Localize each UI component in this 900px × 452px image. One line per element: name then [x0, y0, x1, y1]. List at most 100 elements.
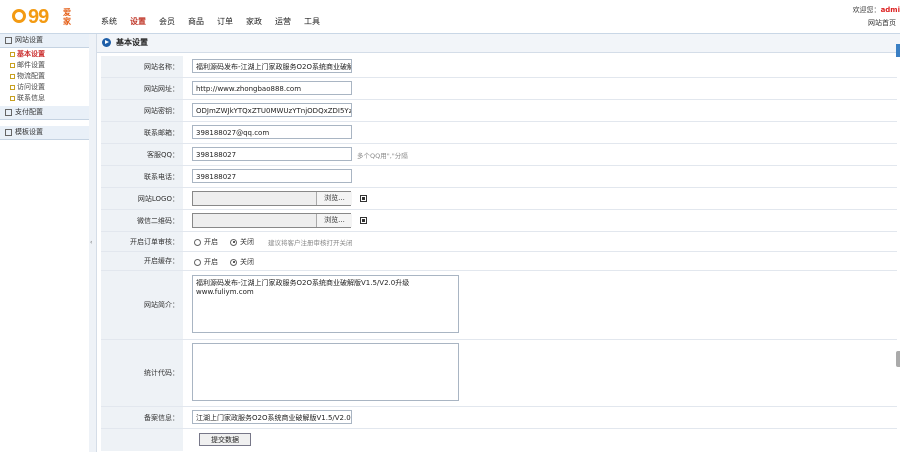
sidebar-item-logistics[interactable]: 物流配置 [10, 71, 89, 82]
order-audit-on[interactable]: 开启 [194, 237, 218, 247]
sidebar-item-label: 联系信息 [17, 94, 45, 102]
label-site-name: 网站名称： [101, 56, 183, 77]
bullet-icon [10, 51, 15, 57]
bullet-icon [10, 62, 15, 68]
logo-number: 99 [28, 6, 49, 28]
cache-off[interactable]: 关闭 [230, 257, 254, 267]
sidebar-item-label: 访问设置 [17, 83, 45, 91]
sidebar-items: 基本设置 邮件设置 物流配置 访问设置 联系信息 [0, 48, 89, 106]
nav-item-operations[interactable]: 运营 [275, 17, 291, 27]
option-label: 关闭 [240, 258, 254, 266]
sidebar-item-contact-info[interactable]: 联系信息 [10, 93, 89, 104]
sidebar-item-label: 物流配置 [17, 72, 45, 80]
row-site-name: 网站名称： 福利源码发布-江湖上门家政服务O2O系统商业破解版V1 [101, 56, 897, 78]
nav-item-settings[interactable]: 设置 [130, 17, 146, 27]
sidebar-item-mail-settings[interactable]: 邮件设置 [10, 60, 89, 71]
row-site-key: 网站密钥： ODJmZWJkYTQxZTU0MWUzYTnjODQxZDI5Yz… [101, 100, 897, 122]
order-audit-tip: 建议将客户注册审核打开关闭 [268, 239, 353, 247]
sidebar-group-templates[interactable]: 模板设置 [0, 126, 89, 140]
label-site-url: 网站网址： [101, 78, 183, 99]
label-site-key: 网站密钥： [101, 100, 183, 121]
bullet-icon [10, 84, 15, 90]
row-stats: 统计代码： [101, 340, 897, 407]
radio-checked-icon[interactable] [230, 238, 237, 246]
main-content: 基本设置 网站名称： 福利源码发布-江湖上门家政服务O2O系统商业破解版V1 网… [97, 34, 900, 452]
row-order-audit: 开启订单审核： 开启 关闭 建议将客户注册审核打开关闭 [101, 232, 897, 252]
site-url-input[interactable]: http://www.zhongbao888.com [192, 81, 352, 95]
page-title-text: 基本设置 [116, 38, 148, 47]
radio-checked-icon[interactable] [230, 258, 237, 266]
option-label: 关闭 [240, 238, 254, 246]
icp-input[interactable]: 江湖上门家政服务O2O系统商业破解版V1.5/V2.0升级 [192, 410, 352, 424]
sidebar: 网站设置 基本设置 邮件设置 物流配置 访问设置 联系信息 支付配置 模板设置 [0, 34, 90, 452]
sidebar-item-label: 基本设置 [17, 50, 45, 58]
sidebar-group-site-settings[interactable]: 网站设置 [0, 34, 89, 48]
site-home-link[interactable]: 网站首页 [868, 18, 896, 28]
row-logo: 网站LOGO： 浏览... [101, 188, 897, 210]
image-preview-icon[interactable] [360, 195, 367, 202]
option-label: 开启 [204, 238, 218, 246]
intro-textarea[interactable]: 福利源码发布-江湖上门家政服务O2O系统商业破解版V1.5/V2.0升级www.… [192, 275, 459, 333]
nav-item-members[interactable]: 会员 [159, 17, 175, 27]
nav-item-orders[interactable]: 订单 [217, 17, 233, 27]
sidebar-item-access-settings[interactable]: 访问设置 [10, 82, 89, 93]
submit-button[interactable]: 提交数据 [199, 433, 251, 446]
logo-ring-icon [12, 9, 26, 23]
sidebar-collapse-handle[interactable]: ‹ [89, 34, 97, 452]
sidebar-group-payment[interactable]: 支付配置 [0, 106, 89, 120]
label-icp: 备案信息： [101, 407, 183, 428]
label-logo: 网站LOGO： [101, 188, 183, 209]
email-input[interactable]: 398188027@qq.com [192, 125, 352, 139]
label-qrcode: 微信二维码： [101, 210, 183, 231]
site-name-input[interactable]: 福利源码发布-江湖上门家政服务O2O系统商业破解版V1 [192, 59, 352, 73]
row-qq: 客服QQ： 398188027 多个QQ用","分隔 [101, 144, 897, 166]
label-stats: 统计代码： [101, 340, 183, 406]
cache-on[interactable]: 开启 [194, 257, 218, 267]
bullet-icon [10, 95, 15, 101]
row-site-url: 网站网址： http://www.zhongbao888.com [101, 78, 897, 100]
image-preview-icon[interactable] [360, 217, 367, 224]
site-key-input[interactable]: ODJmZWJkYTQxZTU0MWUzYTnjODQxZDI5YzdjYn [192, 103, 352, 117]
page-title: 基本设置 [97, 34, 900, 53]
expand-icon [5, 108, 12, 116]
sidebar-item-basic-settings[interactable]: 基本设置 [10, 49, 89, 60]
sidebar-group-label: 模板设置 [15, 128, 43, 136]
nav-item-housekeeping[interactable]: 家政 [246, 17, 262, 27]
cache-radios: 开启 关闭 [194, 257, 266, 267]
label-cache: 开启缓存： [101, 252, 183, 270]
welcome-prefix: 欢迎您： [852, 6, 881, 14]
row-icp: 备案信息： 江湖上门家政服务O2O系统商业破解版V1.5/V2.0升级 [101, 407, 897, 429]
row-submit: 提交数据 [101, 429, 897, 451]
logo[interactable]: 99 爱家 [12, 6, 82, 30]
expand-icon [5, 36, 12, 44]
top-bar: 99 爱家 系统 设置 会员 商品 订单 家政 运营 工具 欢迎您：admi 网… [0, 0, 900, 34]
label-email: 联系邮箱： [101, 122, 183, 143]
radio-icon[interactable] [194, 258, 201, 266]
row-phone: 联系电话： 398188027 [101, 166, 897, 188]
nav-item-system[interactable]: 系统 [101, 17, 117, 27]
label-qq: 客服QQ： [101, 144, 183, 165]
phone-input[interactable]: 398188027 [192, 169, 352, 183]
row-qrcode: 微信二维码： 浏览... [101, 210, 897, 232]
stats-textarea[interactable] [192, 343, 459, 401]
welcome-text: 欢迎您：admi [853, 5, 900, 15]
label-phone: 联系电话： [101, 166, 183, 187]
qrcode-file-input[interactable]: 浏览... [192, 213, 352, 228]
logo-sub: 爱家 [63, 8, 71, 26]
radio-icon[interactable] [194, 238, 201, 246]
logo-browse-button[interactable]: 浏览... [316, 192, 352, 205]
qq-tip: 多个QQ用","分隔 [357, 152, 408, 160]
arrow-circle-icon [102, 38, 111, 47]
qrcode-browse-button[interactable]: 浏览... [316, 214, 352, 227]
order-audit-off[interactable]: 关闭 [230, 237, 254, 247]
main-nav: 系统 设置 会员 商品 订单 家政 运营 工具 [101, 17, 333, 27]
row-cache: 开启缓存： 开启 关闭 [101, 252, 897, 271]
welcome-user[interactable]: admi [881, 6, 900, 14]
qq-input[interactable]: 398188027 [192, 147, 352, 161]
logo-file-input[interactable]: 浏览... [192, 191, 352, 206]
order-audit-radios: 开启 关闭 建议将客户注册审核打开关闭 [194, 237, 353, 247]
sidebar-group-label: 支付配置 [15, 108, 43, 116]
row-intro: 网站简介： 福利源码发布-江湖上门家政服务O2O系统商业破解版V1.5/V2.0… [101, 271, 897, 340]
nav-item-tools[interactable]: 工具 [304, 17, 320, 27]
nav-item-products[interactable]: 商品 [188, 17, 204, 27]
